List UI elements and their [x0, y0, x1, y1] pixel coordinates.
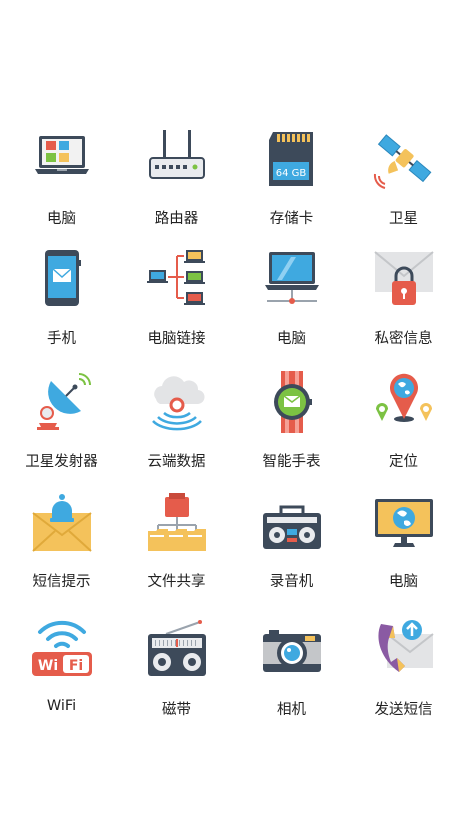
grid-item-label: 发送短信: [374, 702, 433, 718]
sd-card-icon: 64 GB: [261, 128, 323, 190]
cloud-data-icon: [146, 371, 208, 433]
grid-item-desktop[interactable]: 电脑: [346, 491, 460, 611]
grid-item-label: WiFi: [46, 698, 77, 714]
laptop-icon: [261, 248, 323, 310]
grid-item-label: 相机: [277, 702, 306, 718]
grid-item-camera[interactable]: 相机: [234, 616, 349, 736]
grid-item-private-message[interactable]: 私密信息: [346, 248, 460, 368]
grid-item-network[interactable]: 电脑链接: [119, 248, 234, 368]
grid-item-label: 智能手表: [262, 454, 321, 470]
camera-icon: [261, 616, 323, 678]
network-icon: [146, 248, 208, 310]
grid-item-send-message[interactable]: 发送短信: [346, 616, 460, 736]
laptop-icon: [31, 128, 93, 190]
grid-item-radio[interactable]: 磁带: [119, 616, 234, 736]
grid-item-file-sharing[interactable]: 文件共享: [119, 491, 234, 611]
smartphone-icon: [31, 248, 93, 310]
radio-icon: [146, 616, 208, 678]
grid-item-recorder[interactable]: 录音机: [234, 491, 349, 611]
grid-item-satellite-dish[interactable]: 卫星发射器: [4, 371, 119, 491]
grid-item-label: 录音机: [269, 574, 314, 590]
grid-item-label: 私密信息: [374, 331, 433, 347]
file-sharing-icon: [146, 491, 208, 553]
grid-item-location[interactable]: 定位: [346, 371, 460, 491]
satellite-dish-icon: [31, 371, 93, 433]
grid-item-label: 电脑: [389, 574, 418, 590]
wifi-sign-right-text: Fi: [69, 658, 83, 674]
grid-item-label: 卫星发射器: [25, 454, 98, 470]
grid-item-smartphone[interactable]: 手机: [4, 248, 119, 368]
grid-item-satellite[interactable]: 卫星: [346, 128, 460, 248]
desktop-icon: [373, 491, 435, 553]
grid-item-message-alert[interactable]: 短信提示: [4, 491, 119, 611]
wifi-sign-left-text: Wi: [38, 658, 58, 674]
grid-item-label: 定位: [389, 454, 418, 470]
grid-item-label: 卫星: [389, 211, 418, 227]
grid-item-smartwatch[interactable]: 智能手表: [234, 371, 349, 491]
grid-item-laptop[interactable]: 电脑: [4, 128, 119, 248]
grid-item-label: 手机: [47, 331, 76, 347]
location-icon: [373, 371, 435, 433]
grid-item-router[interactable]: 路由器: [119, 128, 234, 248]
grid-item-sd-card[interactable]: 64 GB 存储卡: [234, 128, 349, 248]
router-icon: [146, 128, 208, 190]
grid-item-label: 文件共享: [147, 574, 206, 590]
satellite-icon: [373, 128, 435, 190]
grid-item-label: 短信提示: [32, 574, 91, 590]
grid-item-label: 云端数据: [147, 454, 206, 470]
wifi-icon: Wi Fi: [31, 616, 93, 678]
grid-item-label: 电脑链接: [147, 331, 206, 347]
recorder-icon: [261, 491, 323, 553]
send-message-icon: [373, 616, 435, 678]
grid-item-label: 电脑: [277, 331, 306, 347]
grid-item-wifi[interactable]: Wi Fi WiFi: [4, 616, 119, 736]
grid-item-label: 路由器: [154, 211, 199, 227]
icon-grid: 电脑 路由器 64 GB 存储卡 卫星 手机 电脑链接 电脑 私密信息 卫星发射…: [0, 0, 460, 818]
smartwatch-icon: [261, 371, 323, 433]
grid-item-label: 磁带: [162, 702, 191, 718]
grid-item-label: 存储卡: [269, 211, 314, 227]
grid-item-laptop-2[interactable]: 电脑: [234, 248, 349, 368]
message-alert-icon: [31, 491, 93, 553]
private-message-icon: [373, 248, 435, 310]
card-capacity-text: 64 GB: [276, 168, 307, 179]
grid-item-label: 电脑: [47, 211, 76, 227]
grid-item-cloud-data[interactable]: 云端数据: [119, 371, 234, 491]
